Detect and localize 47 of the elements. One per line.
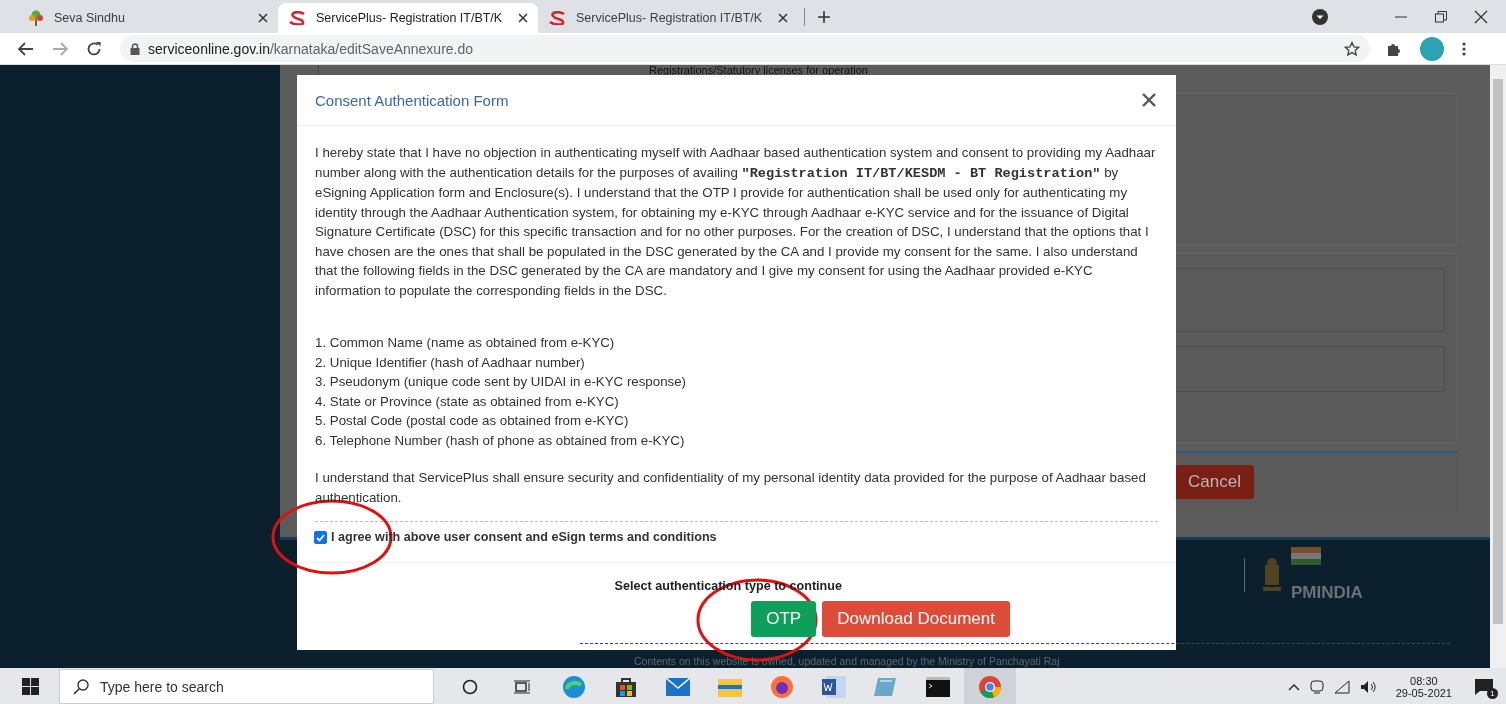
browser-tab[interactable]: Seva Sindhu	[18, 3, 278, 33]
new-tab-icon[interactable]	[817, 9, 831, 24]
s-logo-icon	[288, 11, 306, 25]
consent-statement: I hereby state that I have no objection in authenticating myself with Aadhaar based authentication system and consent to providing my Aadhaar number along with the authentication details for the purposes of availing "Registration IT/BT/KESDM - BT Registration" by eSigning Application form and Enclosure(s). I understand that the OTP I provide for authentication shall be used only for authenticating my identity through the Aadhaar Authentication system, for obtaining my e-KYC through Aadhaar e-KYC service and for the issuance of Digital Signature Certificate (DSC) for this specific transaction and for no other purposes. For the creation of DSC, I understand that the options that I have chosen are the ones that shall be populated in the DSC generated by the CA and I provide my consent for the same. I also understand that the following fields in the DSC generated by the CA are mandatory and I give my consent for using the Aadhaar provided e-KYC information to populate the corresponding fields in the DSC.	[315, 144, 1157, 300]
list-item: 4. State or Province (state as obtained from e-KYC)	[315, 392, 620, 411]
list-item: 1. Common Name (name as obtained from e-KYC)	[315, 334, 616, 352]
more-menu-icon[interactable]	[1462, 40, 1466, 57]
consent-checkbox[interactable]	[314, 531, 327, 545]
footer-logo-text: PMINDIA	[1291, 583, 1363, 603]
cancel-button[interactable]: Cancel	[1175, 465, 1254, 499]
close-tab-icon[interactable]	[258, 13, 268, 23]
wifi-icon[interactable]	[1333, 679, 1350, 694]
windows-start-icon[interactable]	[22, 678, 39, 695]
tree-icon	[28, 10, 44, 26]
list-item: 5. Postal Code (postal code as obtained from e-KYC)	[315, 412, 630, 430]
address-bar[interactable]: serviceonline.gov.in/karnataka/editSaveAnnexure.do	[120, 35, 1370, 62]
dialog-title: Consent Authentication Form	[315, 91, 509, 109]
taskbar-search-field[interactable]: Type here to search	[59, 669, 434, 704]
notification-count: 1	[1487, 687, 1498, 699]
browser-tab[interactable]: ServicePlus- Registration IT/BT/K	[538, 3, 798, 33]
speaker-icon[interactable]	[1359, 679, 1378, 694]
flag-icon	[1291, 547, 1321, 565]
restore-icon[interactable]	[1434, 9, 1448, 24]
list-item: 3. Pseudonym (unique code sent by UIDAI in e-KYC response)	[315, 373, 688, 391]
scrollbar[interactable]	[1490, 65, 1506, 668]
close-icon	[1142, 93, 1156, 107]
list-item: 2. Unique Identifier (hash of Aadhaar number)	[315, 353, 586, 372]
back-arrow-icon[interactable]	[18, 41, 34, 56]
bookmark-star-icon[interactable]	[1344, 40, 1360, 57]
browser-tab[interactable]: ServicePlus- Registration IT/BT/K	[278, 3, 538, 33]
assurance-text: I understand that ServicePlus shall ensure security and confidentiality of my personal identity data provided for the purpose of Aadhaar based authentication.	[315, 469, 1147, 507]
close-button[interactable]	[1142, 93, 1156, 107]
lock-icon	[130, 42, 140, 55]
clock-date[interactable]: 29-05-2021	[1395, 686, 1452, 699]
notification-icon[interactable]	[1474, 677, 1494, 696]
list-item: 6. Telephone Number (hash of phone as obtained from e-KYC)	[315, 431, 686, 450]
profile-avatar[interactable]	[1420, 36, 1444, 61]
reload-icon[interactable]	[86, 40, 102, 57]
profile-dropdown-icon[interactable]	[1312, 8, 1328, 25]
close-icon[interactable]	[1474, 9, 1488, 24]
scrollbar-thumb[interactable]	[1493, 79, 1503, 624]
close-tab-icon[interactable]	[778, 13, 788, 23]
chevron-up-icon[interactable]	[1287, 682, 1300, 691]
clock-time[interactable]: 08:30	[1410, 674, 1438, 687]
download-document-button[interactable]: Download Document	[822, 600, 1010, 637]
s-logo-icon	[548, 11, 566, 25]
close-tab-icon[interactable]	[518, 13, 528, 23]
